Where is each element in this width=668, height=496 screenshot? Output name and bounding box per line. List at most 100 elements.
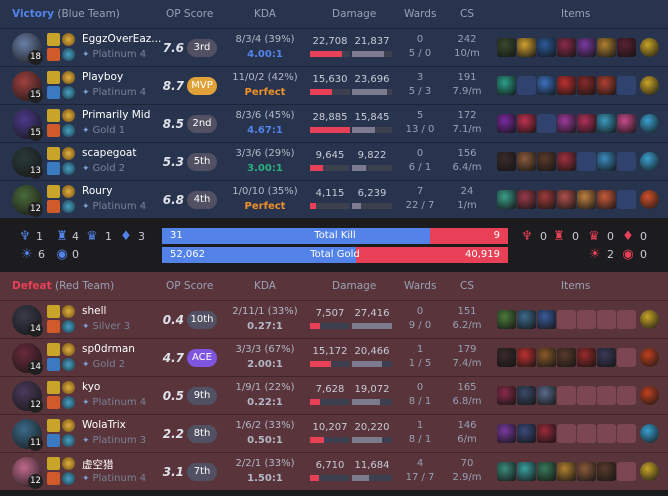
item-icon[interactable] — [617, 114, 636, 133]
item-icon[interactable] — [517, 190, 536, 209]
keystone-rune-icon[interactable] — [62, 381, 75, 394]
item-icon[interactable] — [517, 38, 536, 57]
summoner-spell-icon[interactable] — [47, 71, 60, 84]
item-icon[interactable] — [577, 190, 596, 209]
item-icon[interactable] — [537, 190, 556, 209]
player-name[interactable]: 虚空猎 — [82, 457, 114, 472]
item-icon[interactable] — [577, 76, 596, 95]
player-name[interactable]: Roury — [82, 185, 112, 197]
summoner-spell-icon[interactable] — [47, 343, 60, 356]
secondary-rune-icon[interactable] — [62, 434, 75, 447]
item-icon[interactable] — [617, 38, 636, 57]
item-icon[interactable] — [597, 462, 616, 481]
summoner-spell-icon[interactable] — [47, 320, 60, 333]
item-icon[interactable] — [537, 152, 556, 171]
keystone-rune-icon[interactable] — [62, 109, 75, 122]
item-icon[interactable] — [597, 348, 616, 367]
item-icon[interactable] — [517, 114, 536, 133]
player-name[interactable]: WolaTrix — [82, 419, 126, 431]
item-icon[interactable] — [497, 310, 516, 329]
summoner-spell-icon[interactable] — [47, 185, 60, 198]
item-icon[interactable] — [537, 38, 556, 57]
summoner-spell-icon[interactable] — [47, 200, 60, 213]
item-icon[interactable] — [597, 152, 616, 171]
trinket-icon[interactable] — [640, 424, 659, 443]
item-icon[interactable] — [497, 386, 516, 405]
trinket-icon[interactable] — [640, 38, 659, 57]
secondary-rune-icon[interactable] — [62, 320, 75, 333]
summoner-spell-icon[interactable] — [47, 124, 60, 137]
summoner-spell-icon[interactable] — [47, 472, 60, 485]
summoner-spell-icon[interactable] — [47, 48, 60, 61]
item-icon[interactable] — [557, 348, 576, 367]
player-row[interactable]: 12 Roury ✦ Platinum 4 6.8 4th 1/0/10 (35%) Perf… — [0, 180, 668, 218]
trinket-icon[interactable] — [640, 114, 659, 133]
item-icon[interactable] — [497, 462, 516, 481]
item-icon[interactable] — [537, 424, 556, 443]
summoner-spell-icon[interactable] — [47, 434, 60, 447]
item-icon[interactable] — [497, 76, 516, 95]
player-row[interactable]: 13 scapegoat ✦ Gold 2 5.3 5th 3/3/6 (29%) 3.00:… — [0, 142, 668, 180]
summoner-spell-icon[interactable] — [47, 358, 60, 371]
player-name[interactable]: Primarily Mid — [82, 109, 150, 121]
summoner-spell-icon[interactable] — [47, 305, 60, 318]
keystone-rune-icon[interactable] — [62, 147, 75, 160]
item-icon[interactable] — [557, 114, 576, 133]
item-icon[interactable] — [537, 348, 556, 367]
item-icon[interactable] — [517, 424, 536, 443]
item-icon[interactable] — [497, 114, 516, 133]
item-icon[interactable] — [517, 310, 536, 329]
summoner-spell-icon[interactable] — [47, 109, 60, 122]
player-row[interactable]: 18 EggzOverEaz... ✦ Platinum 4 7.6 3rd 8/3/4 (… — [0, 28, 668, 66]
item-icon[interactable] — [557, 190, 576, 209]
summoner-spell-icon[interactable] — [47, 457, 60, 470]
item-icon[interactable] — [577, 38, 596, 57]
summoner-spell-icon[interactable] — [47, 33, 60, 46]
item-icon[interactable] — [517, 348, 536, 367]
item-icon[interactable] — [557, 462, 576, 481]
summoner-spell-icon[interactable] — [47, 396, 60, 409]
summoner-spell-icon[interactable] — [47, 147, 60, 160]
player-name[interactable]: kyo — [82, 381, 100, 393]
item-icon[interactable] — [557, 38, 576, 57]
item-icon[interactable] — [597, 38, 616, 57]
trinket-icon[interactable] — [640, 462, 659, 481]
item-icon[interactable] — [497, 152, 516, 171]
secondary-rune-icon[interactable] — [62, 86, 75, 99]
player-row[interactable]: 12 kyo ✦ Platinum 4 0.5 9th 1/9/1 (22%) 0.22:1 7… — [0, 376, 668, 414]
item-icon[interactable] — [517, 386, 536, 405]
item-icon[interactable] — [557, 152, 576, 171]
secondary-rune-icon[interactable] — [62, 162, 75, 175]
keystone-rune-icon[interactable] — [62, 71, 75, 84]
player-row[interactable]: 14 shell ✦ Silver 3 0.4 10th 2/11/1 (33%) 0.27:… — [0, 300, 668, 338]
keystone-rune-icon[interactable] — [62, 343, 75, 356]
trinket-icon[interactable] — [640, 190, 659, 209]
secondary-rune-icon[interactable] — [62, 200, 75, 213]
summoner-spell-icon[interactable] — [47, 86, 60, 99]
player-name[interactable]: scapegoat — [82, 147, 136, 159]
secondary-rune-icon[interactable] — [62, 124, 75, 137]
trinket-icon[interactable] — [640, 152, 659, 171]
item-icon[interactable] — [597, 114, 616, 133]
item-icon[interactable] — [557, 76, 576, 95]
player-row[interactable]: 15 Primarily Mid ✦ Gold 1 8.5 2nd 8/3/6 (45%) 4… — [0, 104, 668, 142]
secondary-rune-icon[interactable] — [62, 358, 75, 371]
player-row[interactable]: 12 虚空猎 ✦ Platinum 4 3.1 7th 2/2/1 (33%) 1.50:1 6… — [0, 452, 668, 490]
item-icon[interactable] — [497, 348, 516, 367]
summoner-spell-icon[interactable] — [47, 381, 60, 394]
item-icon[interactable] — [537, 310, 556, 329]
item-icon[interactable] — [577, 348, 596, 367]
item-icon[interactable] — [497, 38, 516, 57]
player-row[interactable]: 11 WolaTrix ✦ Platinum 3 2.2 8th 1/6/2 (33%) 0.… — [0, 414, 668, 452]
item-icon[interactable] — [517, 462, 536, 481]
secondary-rune-icon[interactable] — [62, 472, 75, 485]
keystone-rune-icon[interactable] — [62, 419, 75, 432]
summoner-spell-icon[interactable] — [47, 162, 60, 175]
summoner-spell-icon[interactable] — [47, 419, 60, 432]
item-icon[interactable] — [537, 76, 556, 95]
keystone-rune-icon[interactable] — [62, 457, 75, 470]
trinket-icon[interactable] — [640, 310, 659, 329]
item-icon[interactable] — [577, 462, 596, 481]
trinket-icon[interactable] — [640, 386, 659, 405]
keystone-rune-icon[interactable] — [62, 185, 75, 198]
